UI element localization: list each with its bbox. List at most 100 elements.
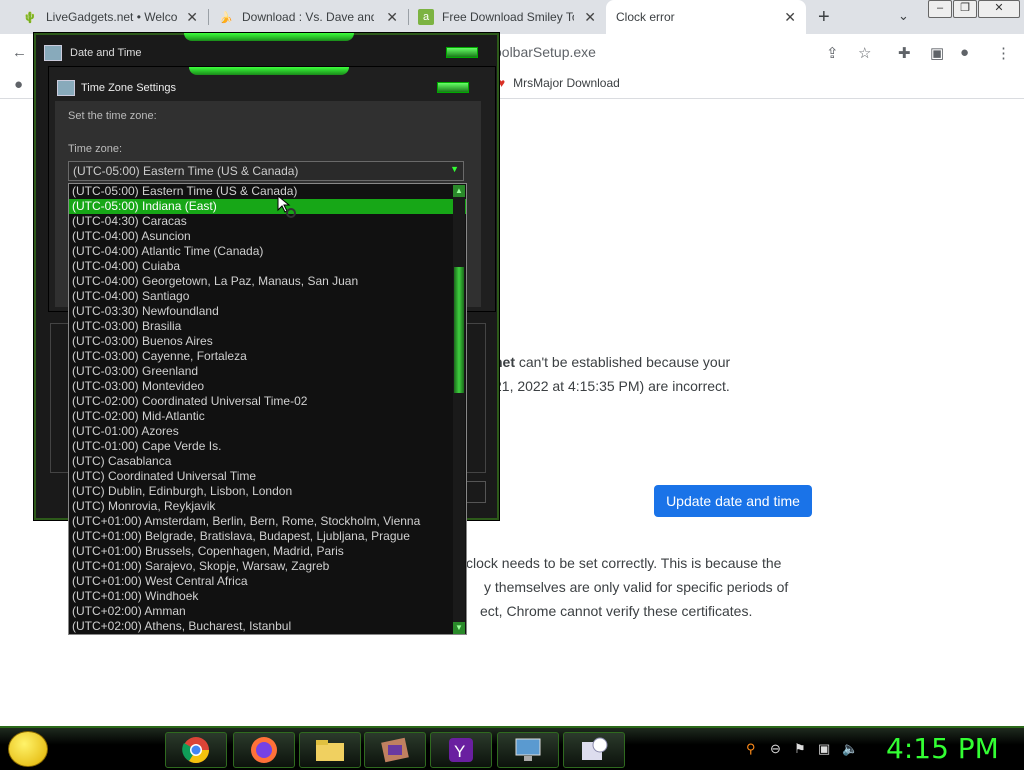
time-zone-option[interactable]: (UTC-02:00) Mid-Atlantic — [69, 409, 466, 424]
error-message-line2: 21, 2022 at 4:15:35 PM) are incorrect. — [494, 378, 730, 394]
time-zone-option[interactable]: (UTC-04:00) Santiago — [69, 289, 466, 304]
instruction-label: Set the time zone: — [68, 110, 157, 122]
time-zone-option[interactable]: (UTC-05:00) Eastern Time (US & Canada) — [69, 184, 466, 199]
time-zone-option[interactable]: (UTC-04:00) Atlantic Time (Canada) — [69, 244, 466, 259]
explanation-line1: clock needs to be set correctly. This is… — [466, 555, 782, 571]
scrollbar[interactable]: ▲ ▼ — [453, 185, 465, 634]
time-zone-option[interactable]: (UTC-03:00) Buenos Aires — [69, 334, 466, 349]
star-icon[interactable]: ☆ — [858, 44, 871, 62]
close-window-icon[interactable]: ✕ — [978, 0, 1020, 18]
time-zone-option[interactable]: (UTC-02:00) Coordinated Universal Time-0… — [69, 394, 466, 409]
close-tab-icon[interactable]: ✕ — [186, 9, 198, 26]
scroll-down-icon[interactable]: ▼ — [453, 622, 465, 634]
time-zone-option[interactable]: (UTC+02:00) Amman — [69, 604, 466, 619]
time-zone-option[interactable]: (UTC-01:00) Azores — [69, 424, 466, 439]
side-panel-icon[interactable]: ▣ — [930, 44, 944, 62]
folder-icon[interactable] — [299, 732, 361, 768]
yahoo-messenger-icon[interactable]: Y — [430, 732, 492, 768]
profile-icon[interactable]: ● — [960, 44, 969, 61]
new-tab-icon[interactable]: + — [818, 6, 830, 29]
chrome-logo — [182, 737, 210, 764]
chrome-icon[interactable] — [165, 732, 227, 768]
window-title: Date and Time — [70, 47, 142, 59]
chevron-down-icon[interactable]: ▼ — [450, 164, 459, 174]
time-zone-option[interactable]: (UTC+01:00) Brussels, Copenhagen, Madrid… — [69, 544, 466, 559]
time-zone-option[interactable]: (UTC-03:00) Brasilia — [69, 319, 466, 334]
calendar-clock-icon[interactable] — [563, 732, 625, 768]
time-zone-option[interactable]: (UTC-04:00) Georgetown, La Paz, Manaus, … — [69, 274, 466, 289]
chevron-down-icon[interactable]: ⌄ — [898, 8, 909, 24]
globe-icon: ● — [14, 76, 24, 93]
time-zone-option[interactable]: (UTC+01:00) Windhoek — [69, 589, 466, 604]
scrollbar-thumb[interactable] — [454, 267, 464, 393]
smiley-start-icon[interactable] — [8, 731, 48, 767]
time-zone-option[interactable]: (UTC-04:30) Caracas — [69, 214, 466, 229]
media-player-icon[interactable] — [364, 732, 426, 768]
calendar-clock-icon — [57, 80, 75, 96]
dialog-title: Time Zone Settings — [81, 82, 176, 94]
time-zone-option[interactable]: (UTC+02:00) Athens, Bucharest, Istanbul — [69, 619, 466, 634]
time-zone-option[interactable]: (UTC+01:00) Belgrade, Bratislava, Budape… — [69, 529, 466, 544]
volume-icon[interactable]: 🔈 — [842, 741, 858, 757]
firefox-logo — [251, 737, 277, 763]
close-tab-icon[interactable]: ✕ — [386, 9, 398, 26]
banana-favicon-icon: 🍌 — [219, 11, 233, 24]
tab-livegadgets[interactable]: 🌵 LiveGadgets.net • Welcom ✕ — [12, 0, 208, 34]
close-tab-icon[interactable]: ✕ — [584, 9, 596, 26]
search-icon[interactable]: ⚲ — [746, 741, 756, 757]
time-zone-option[interactable]: (UTC-03:30) Newfoundland — [69, 304, 466, 319]
tab-smiley-download[interactable]: a Free Download Smiley To ✕ — [408, 0, 606, 34]
close-dialog-icon[interactable] — [437, 82, 469, 93]
share-icon[interactable]: ⇪ — [826, 44, 839, 62]
menu-icon[interactable]: ⋮ — [996, 44, 1011, 62]
computer-icon[interactable] — [497, 732, 559, 768]
time-zone-option[interactable]: (UTC-04:00) Cuiaba — [69, 259, 466, 274]
softonic-favicon-icon: a — [418, 9, 434, 25]
time-zone-option[interactable]: (UTC) Casablanca — [69, 454, 466, 469]
svg-text:Y: Y — [454, 742, 465, 761]
network-icon[interactable]: ⊖ — [770, 741, 781, 757]
close-tab-icon[interactable]: ✕ — [784, 9, 796, 26]
time-zone-option[interactable]: (UTC) Coordinated Universal Time — [69, 469, 466, 484]
restore-icon[interactable]: ❐ — [953, 0, 977, 18]
action-center-icon[interactable]: ⚑ — [794, 741, 806, 757]
time-zone-option[interactable]: (UTC-03:00) Montevideo — [69, 379, 466, 394]
explanation-line2: y themselves are only valid for specific… — [484, 579, 789, 595]
back-icon[interactable]: ← — [12, 44, 27, 61]
time-zone-option[interactable]: (UTC-03:00) Greenland — [69, 364, 466, 379]
time-zone-dropdown-list[interactable]: (UTC-05:00) Eastern Time (US & Canada) (U… — [68, 183, 467, 635]
firefox-icon[interactable] — [233, 732, 295, 768]
time-zone-select[interactable]: (UTC-05:00) Eastern Time (US & Canada) ▼ — [68, 161, 464, 181]
minimize-icon[interactable]: – — [928, 0, 952, 18]
calendar-clock-icon — [44, 45, 62, 61]
time-zone-option[interactable]: (UTC-04:00) Asuncion — [69, 229, 466, 244]
selected-time-zone: (UTC-05:00) Eastern Time (US & Canada) — [73, 164, 299, 178]
title-accent — [184, 33, 354, 41]
time-zone-option[interactable]: (UTC) Monrovia, Reykjavik — [69, 499, 466, 514]
tab-download-dave[interactable]: 🍌 Download : Vs. Dave and ✕ — [208, 0, 408, 34]
update-date-time-button[interactable]: Update date and time — [654, 485, 812, 517]
explanation-line3: ect, Chrome cannot verify these certific… — [480, 603, 753, 619]
time-zone-option[interactable]: (UTC-01:00) Cape Verde Is. — [69, 439, 466, 454]
calendar-shape — [582, 737, 608, 760]
display-icon[interactable]: ▣ — [818, 741, 830, 757]
tab-clock-error[interactable]: Clock error ✕ — [606, 0, 806, 34]
time-zone-option[interactable]: (UTC+01:00) Amsterdam, Berlin, Bern, Rom… — [69, 514, 466, 529]
time-zone-option[interactable]: (UTC+01:00) Sarajevo, Skopje, Warsaw, Za… — [69, 559, 466, 574]
media-player-shape — [381, 737, 409, 763]
time-zone-options: (UTC-05:00) Eastern Time (US & Canada) (U… — [69, 184, 466, 634]
scroll-up-icon[interactable]: ▲ — [453, 185, 465, 197]
time-zone-option[interactable]: (UTC) Dublin, Edinburgh, Lisbon, London — [69, 484, 466, 499]
time-zone-option[interactable]: (UTC-03:00) Cayenne, Fortaleza — [69, 349, 466, 364]
address-bar[interactable]: oolbarSetup.exe — [494, 44, 596, 60]
taskbar-clock[interactable]: 4:15 PM — [886, 732, 999, 765]
livegadgets-favicon-icon: 🌵 — [23, 11, 37, 24]
busy-cursor-icon — [277, 194, 296, 218]
computer-shape — [515, 738, 541, 761]
time-zone-option[interactable]: (UTC+01:00) West Central Africa — [69, 574, 466, 589]
extensions-icon[interactable]: ✚ — [898, 44, 911, 62]
time-zone-option[interactable]: (UTC-05:00) Indiana (East) — [69, 199, 466, 214]
bookmark-mrsmajor[interactable]: ♥ MrsMajor Download — [498, 76, 620, 90]
folder-shape — [316, 740, 344, 761]
close-window-icon[interactable] — [446, 47, 478, 58]
